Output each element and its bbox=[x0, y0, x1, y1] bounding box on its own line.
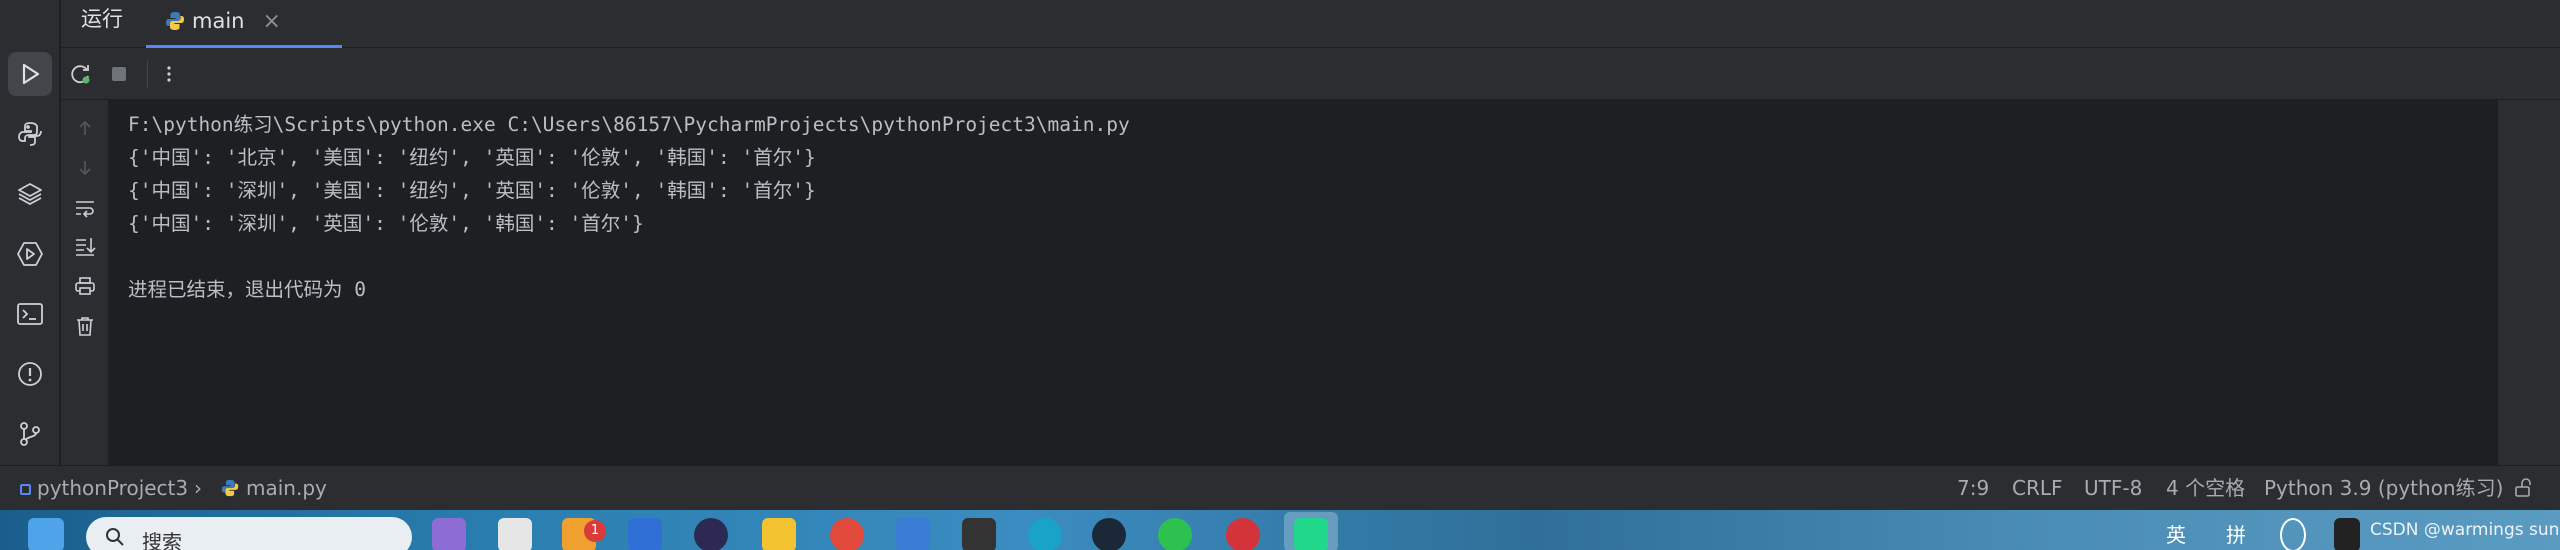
steam-icon[interactable] bbox=[1092, 518, 1126, 550]
more-options-button[interactable] bbox=[153, 58, 185, 90]
netease-music-icon[interactable] bbox=[1226, 518, 1260, 550]
problems-icon bbox=[18, 362, 42, 386]
tray-layout-label[interactable]: 拼 bbox=[2226, 519, 2246, 548]
start-menu-icon[interactable] bbox=[28, 518, 64, 550]
watermark: CSDN @warmings sun bbox=[2370, 520, 2560, 540]
console-line-exit: 进程已结束，退出代码为 0 bbox=[128, 278, 366, 301]
console-line: {'中国': '深圳', '美国': '纽约', '英国': '伦敦', '韩国… bbox=[128, 179, 816, 202]
problems-tool-button[interactable] bbox=[8, 352, 52, 396]
stop-button[interactable] bbox=[103, 58, 135, 90]
play-icon bbox=[22, 63, 40, 85]
breadcrumb-separator-icon: › bbox=[194, 476, 202, 500]
file-name: main.py bbox=[246, 476, 327, 500]
trash-icon bbox=[77, 317, 93, 336]
console-line: {'中国': '深圳', '英国': '伦敦', '韩国': '首尔'} bbox=[128, 212, 644, 235]
project-breadcrumb[interactable]: pythonProject3 bbox=[20, 466, 188, 511]
toolbar-separator bbox=[147, 60, 148, 88]
project-name: pythonProject3 bbox=[37, 476, 189, 500]
terminal-tool-button[interactable] bbox=[8, 292, 52, 336]
search-label: 搜索 bbox=[142, 530, 182, 550]
print-button[interactable] bbox=[71, 272, 99, 300]
stop-icon bbox=[112, 67, 126, 81]
scroll-to-end-icon bbox=[76, 238, 96, 256]
run-toolbar bbox=[61, 48, 2560, 100]
soft-wrap-button[interactable] bbox=[71, 194, 99, 222]
tool-window-stripe bbox=[0, 0, 60, 465]
soft-wrap-icon bbox=[76, 201, 94, 218]
python-console-button[interactable] bbox=[8, 112, 52, 156]
os-taskbar: 搜索 1 英 拼 CSDN @warmings sun bbox=[0, 510, 2560, 550]
wifi-icon[interactable] bbox=[2280, 518, 2306, 550]
layers-icon bbox=[18, 183, 42, 206]
git-tool-button[interactable] bbox=[8, 412, 52, 456]
tray-ime-label[interactable]: 英 bbox=[2166, 519, 2186, 548]
python-file-icon bbox=[166, 12, 184, 30]
print-icon bbox=[75, 277, 95, 295]
services-icon bbox=[17, 242, 43, 266]
store-icon[interactable] bbox=[896, 518, 930, 550]
services-tool-button[interactable] bbox=[8, 232, 52, 276]
scroll-up-button[interactable] bbox=[71, 114, 99, 142]
console-line: {'中国': '北京', '美国': '纽约', '英国': '伦敦', '韩国… bbox=[128, 146, 816, 169]
line-ending[interactable]: CRLF bbox=[2012, 466, 2063, 511]
tab-main[interactable]: main × bbox=[146, 0, 342, 48]
copilot-icon[interactable] bbox=[432, 518, 466, 550]
clear-all-button[interactable] bbox=[71, 312, 99, 340]
tray-app-icon[interactable] bbox=[2334, 518, 2360, 550]
security-app-icon[interactable] bbox=[628, 518, 662, 550]
taskbar-search[interactable]: 搜索 bbox=[86, 517, 412, 550]
file-encoding[interactable]: UTF-8 bbox=[2084, 466, 2142, 511]
notification-badge: 1 bbox=[584, 520, 606, 542]
more-icon bbox=[167, 66, 171, 82]
indent-setting[interactable]: 4 个空格 bbox=[2166, 466, 2245, 511]
file-breadcrumb[interactable]: main.py bbox=[220, 466, 327, 511]
chrome-icon[interactable] bbox=[830, 518, 864, 550]
eclipse-icon[interactable] bbox=[694, 518, 728, 550]
run-tab-bar: 运行 main × bbox=[61, 0, 2560, 48]
scroll-to-end-button[interactable] bbox=[71, 232, 99, 260]
module-icon bbox=[20, 484, 31, 495]
caret-position[interactable]: 7:9 bbox=[1957, 466, 1989, 511]
console-right-gutter bbox=[2498, 100, 2560, 465]
tab-close-icon[interactable]: × bbox=[262, 9, 280, 34]
file-explorer-icon[interactable] bbox=[762, 518, 796, 550]
console-line-command: F:\python练习\Scripts\python.exe C:\Users\… bbox=[128, 113, 1130, 136]
ide-window: 运行 main × F:\python练习\Scripts\python.exe… bbox=[0, 0, 2560, 550]
python-file-icon bbox=[221, 479, 239, 497]
run-tool-button[interactable] bbox=[8, 52, 52, 96]
console-output[interactable]: F:\python练习\Scripts\python.exe C:\Users\… bbox=[110, 100, 2498, 465]
git-icon bbox=[20, 422, 40, 446]
pycharm-icon[interactable] bbox=[1294, 518, 1328, 550]
arrow-down-icon bbox=[79, 161, 91, 176]
search-icon bbox=[106, 528, 124, 546]
intellij-icon[interactable] bbox=[962, 518, 996, 550]
task-view-icon[interactable] bbox=[498, 518, 532, 550]
edge-icon[interactable] bbox=[1028, 518, 1062, 550]
wechat-icon[interactable] bbox=[1158, 518, 1192, 550]
status-bar: pythonProject3 › main.py 7:9 CRLF UTF-8 … bbox=[0, 465, 2560, 510]
layers-tool-button[interactable] bbox=[8, 172, 52, 216]
rerun-button[interactable] bbox=[65, 58, 97, 90]
python-icon bbox=[18, 122, 42, 146]
tab-main-label: main bbox=[192, 9, 245, 33]
terminal-icon bbox=[17, 303, 43, 325]
scroll-down-button[interactable] bbox=[71, 154, 99, 182]
tool-window-title: 运行 bbox=[81, 7, 123, 31]
rerun-icon bbox=[71, 65, 90, 84]
python-interpreter[interactable]: Python 3.9 (python练习) bbox=[2264, 466, 2503, 511]
console-actions-column bbox=[61, 100, 109, 465]
lock-icon[interactable] bbox=[2514, 466, 2532, 511]
arrow-up-icon bbox=[79, 120, 91, 135]
